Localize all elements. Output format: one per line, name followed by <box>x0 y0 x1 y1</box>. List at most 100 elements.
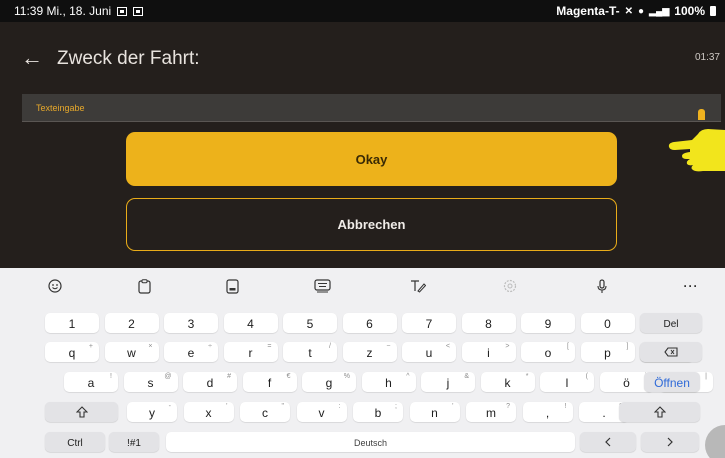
key-j-hint: & <box>464 373 469 380</box>
keyboard-layout-icon[interactable] <box>310 277 334 295</box>
key-v[interactable]: v: <box>296 402 347 422</box>
text-cursor-handle-icon[interactable] <box>698 109 705 120</box>
key-2[interactable]: 2 <box>104 313 159 333</box>
key-q-hint: + <box>88 343 93 350</box>
clipboard-icon[interactable] <box>132 277 156 295</box>
arrow-right-key-icon[interactable] <box>641 432 699 452</box>
key-y[interactable]: y- <box>127 402 177 422</box>
arrow-left-key-icon[interactable] <box>580 432 636 452</box>
app-root: 11:39 Mi., 18. Juni Magenta-T- ✕ ● ▂▄▆ 1… <box>0 0 725 458</box>
delete-key[interactable]: Del <box>640 313 702 333</box>
okay-button[interactable]: Okay <box>126 132 617 186</box>
key-0[interactable]: 0 <box>580 313 635 333</box>
microphone-icon[interactable] <box>590 277 614 295</box>
keyboard-mode-icon[interactable] <box>220 277 244 295</box>
key-z[interactable]: z − <box>342 342 397 362</box>
key-v-label: v <box>318 406 325 420</box>
mute-icon: ✕ <box>624 5 634 17</box>
key-2-label: 2 <box>128 317 135 331</box>
key-t-label: t <box>308 346 312 360</box>
key-t-hint: / <box>329 343 331 350</box>
key-g[interactable]: g% <box>302 372 356 392</box>
cancel-button[interactable]: Abbrechen <box>126 198 617 251</box>
key-e[interactable]: e ÷ <box>164 342 218 362</box>
key-a[interactable]: a! <box>64 372 118 392</box>
key-j[interactable]: j & <box>421 372 475 392</box>
key-x[interactable]: x ' <box>183 402 234 422</box>
key-8[interactable]: 8 <box>461 313 516 333</box>
key-q[interactable]: q + <box>45 342 99 362</box>
key-t[interactable]: t / <box>283 342 337 362</box>
key-l-hint: ( <box>585 373 588 380</box>
battery-level: 100% <box>674 4 705 18</box>
key-h-label: h <box>385 376 392 390</box>
symbols-key-label: !#1 <box>127 437 141 449</box>
symbols-key[interactable]: !#1 <box>109 432 159 452</box>
signal-icon: ▂▄▆ <box>649 5 670 16</box>
key-x-hint: ' <box>226 403 228 410</box>
key-d[interactable]: d # <box>183 372 237 392</box>
key-s[interactable]: s @ <box>123 372 178 392</box>
key-c[interactable]: c " <box>240 402 290 422</box>
key-b[interactable]: b; <box>353 402 403 422</box>
battery-icon <box>710 6 716 16</box>
key-h[interactable]: h ^ <box>361 372 416 392</box>
key-9-label: 9 <box>544 317 552 331</box>
enter-key[interactable]: Öffnen <box>644 372 700 392</box>
key-m-label: m <box>486 406 496 420</box>
key-i[interactable]: i > <box>461 342 516 362</box>
backspace-icon[interactable] <box>640 342 702 362</box>
key-o-hint: [ <box>567 343 569 350</box>
key-n-label: n <box>431 406 438 420</box>
key-o[interactable]: o[ <box>521 342 575 362</box>
key-n-hint: ' <box>452 403 454 410</box>
key-k[interactable]: k * <box>480 372 535 392</box>
text-input-field[interactable]: Texteingabe <box>22 94 721 122</box>
key-i-label: i <box>487 346 490 360</box>
key-s-hint: @ <box>164 373 172 380</box>
key-x-label: x <box>205 406 212 420</box>
key-5[interactable]: 5 <box>283 313 337 333</box>
key-p[interactable]: p] <box>580 342 635 362</box>
ctrl-key-label: Ctrl <box>67 437 83 449</box>
location-icon: ● <box>638 5 645 17</box>
key-m[interactable]: m? <box>466 402 516 422</box>
key-6[interactable]: 6 <box>342 313 397 333</box>
key-3-label: 3 <box>187 317 195 331</box>
key-e-hint: ÷ <box>208 343 212 350</box>
key-ö-label: ö <box>623 376 630 390</box>
key-3[interactable]: 3 <box>164 313 218 333</box>
key-z-hint: − <box>386 343 391 350</box>
photo-notification-icon <box>133 6 144 16</box>
key-l[interactable]: l( <box>540 372 594 392</box>
key-1[interactable]: 1 <box>45 313 99 333</box>
key-f[interactable]: f € <box>242 372 297 392</box>
key-comma[interactable]: ,! <box>522 402 573 422</box>
key-4[interactable]: 4 <box>223 313 278 333</box>
shift-left-icon[interactable] <box>45 402 118 422</box>
more-icon[interactable]: ··· <box>679 277 703 295</box>
key-w[interactable]: w × <box>104 342 159 362</box>
key-m-hint: ? <box>506 403 510 410</box>
key-g-hint: % <box>343 373 350 380</box>
ctrl-key[interactable]: Ctrl <box>45 432 105 452</box>
keyboard-toolbar: ··· <box>0 268 725 304</box>
settings-icon[interactable] <box>498 277 522 295</box>
shift-right-icon[interactable] <box>619 402 700 422</box>
arrow-left-icon[interactable]: ← <box>21 47 43 69</box>
key-u[interactable]: u < <box>402 342 456 362</box>
space-bar-label: Deutsch <box>353 438 388 448</box>
key-7-label: 7 <box>425 317 433 331</box>
key-c-hint: " <box>281 403 285 410</box>
key-n[interactable]: n ' <box>409 402 460 422</box>
key-4-label: 4 <box>247 317 254 331</box>
space-bar[interactable]: Deutsch <box>166 432 575 452</box>
key-a-hint: ! <box>110 373 112 380</box>
handwriting-icon[interactable] <box>406 277 430 295</box>
key-d-label: d <box>206 376 214 390</box>
key-g-label: g <box>325 376 333 390</box>
emoji-icon[interactable] <box>43 277 67 295</box>
key-7[interactable]: 7 <box>402 313 456 333</box>
key-9[interactable]: 9 <box>521 313 575 333</box>
key-r[interactable]: r = <box>223 342 278 362</box>
